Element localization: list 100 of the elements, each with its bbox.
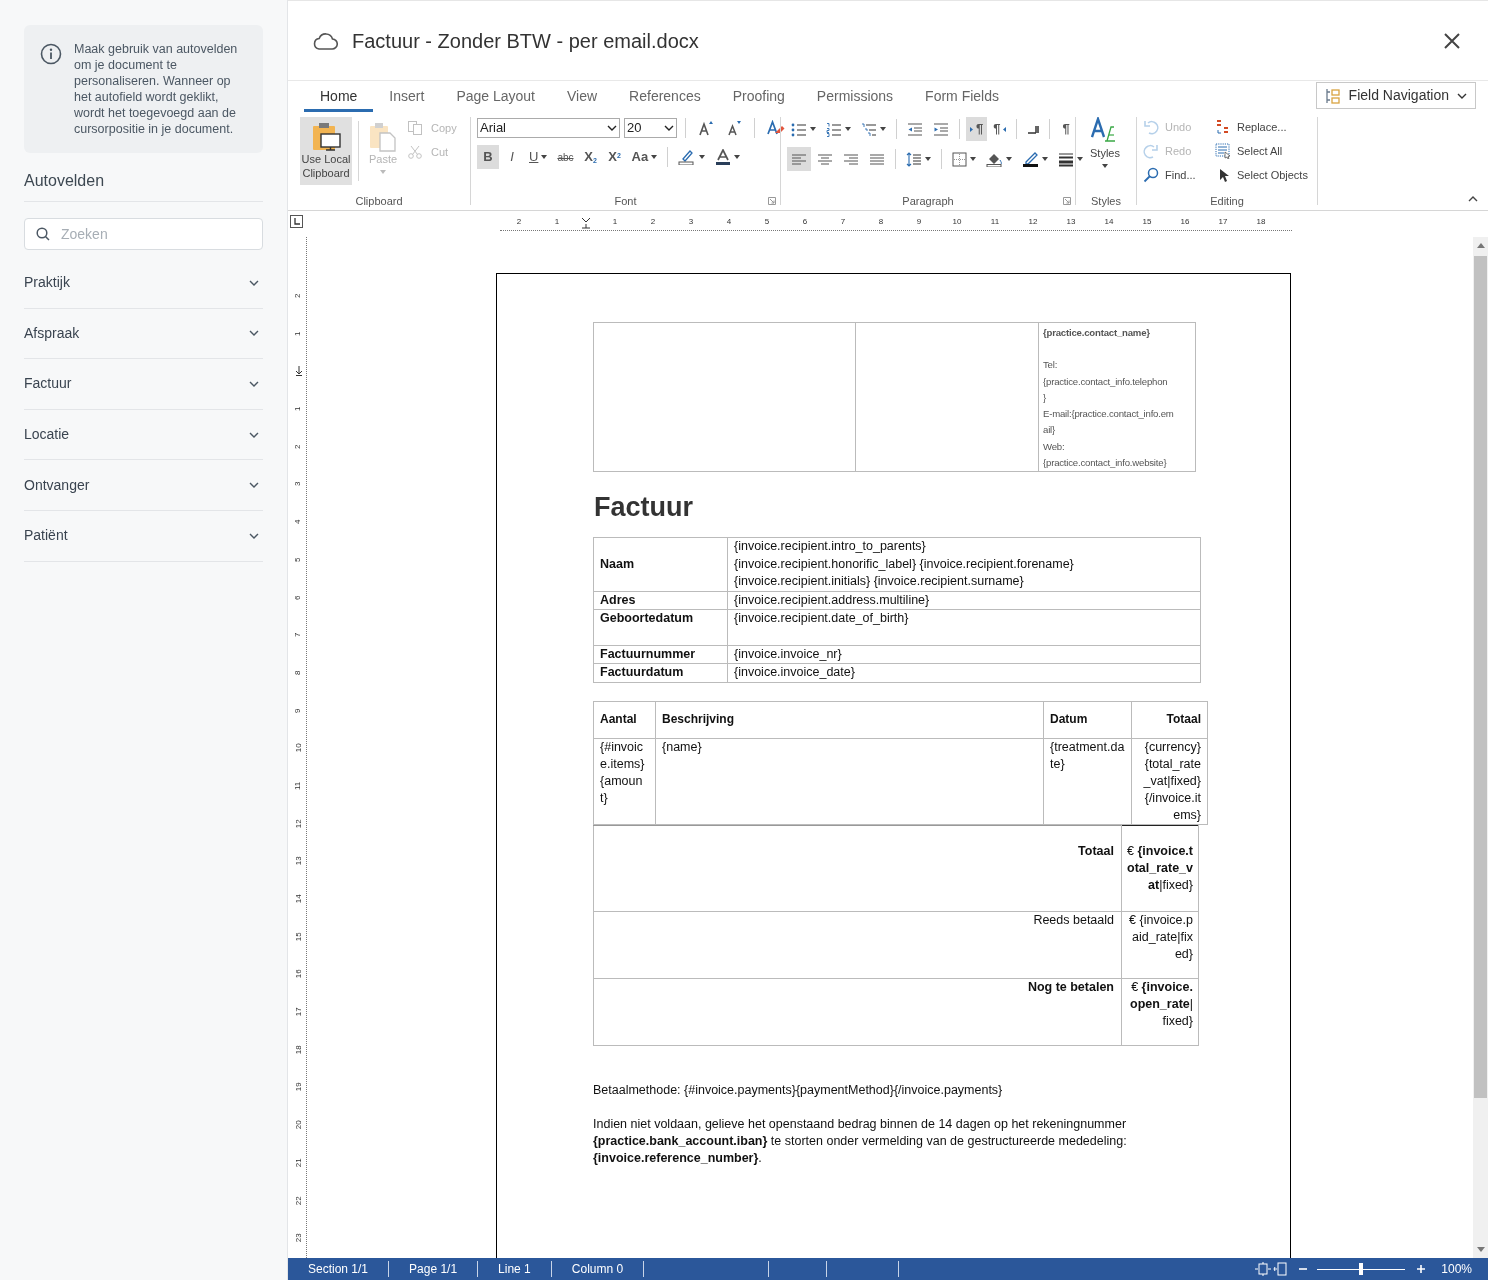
scissors-icon xyxy=(407,144,423,160)
format-button[interactable]: X$^{2}$ xyxy=(603,145,626,169)
ruler-number: 14 xyxy=(292,894,304,904)
ruler-number: 10 xyxy=(951,217,963,227)
select-all-button[interactable]: Select All xyxy=(1215,141,1311,161)
ruler-number: 12 xyxy=(1027,217,1039,227)
format-button[interactable]: Aa xyxy=(627,145,662,169)
category-item[interactable]: Locatie xyxy=(24,409,263,461)
category-item[interactable]: Praktijk xyxy=(24,258,263,309)
grow-font-icon xyxy=(698,120,714,136)
ribbon-tab[interactable]: Form Fields xyxy=(909,84,1015,112)
ruler-number: 4 xyxy=(725,217,733,227)
column-header: Beschrijving xyxy=(655,701,1044,739)
vertical-scrollbar[interactable] xyxy=(1473,237,1488,1258)
contact-line: {practice.contact_info.website} xyxy=(1043,456,1168,471)
chevron-icon xyxy=(249,532,259,539)
chevron-icon xyxy=(249,330,259,337)
right-to-left-button[interactable]: ¶ xyxy=(989,117,1011,141)
field-value: {invoice.recipient.intro_to_parents} xyxy=(734,538,927,556)
ribbon-tab[interactable]: Page Layout xyxy=(440,84,551,112)
slider-thumb[interactable] xyxy=(1359,1263,1364,1275)
ribbon-tab[interactable]: Insert xyxy=(373,84,441,112)
contact-line: {practice.contact_info.telephon xyxy=(1043,374,1169,389)
document-title: Factuur - Zonder BTW - per email.docx xyxy=(352,28,699,54)
field-value: {invoice.recipient.initials} {invoice.recipient.surname} xyxy=(734,573,1025,591)
ruler-number: 1 xyxy=(292,331,304,336)
caret-icon xyxy=(380,170,386,174)
zoom-slider[interactable] xyxy=(1317,1263,1406,1275)
field-value: {invoice.invoice_date} xyxy=(734,664,856,682)
ruler-number: 18 xyxy=(1255,217,1267,227)
font-size-select[interactable]: 20 xyxy=(624,118,677,138)
alignment-icon xyxy=(843,151,859,167)
caret-icon xyxy=(925,157,931,161)
field-value: {invoice.recipient.address.multiline} xyxy=(734,591,931,609)
ruler-number: 9 xyxy=(915,217,923,227)
ribbon-tab[interactable]: Home xyxy=(304,84,374,112)
styles-button[interactable]: Styles xyxy=(1082,117,1128,168)
ruler-number: 3 xyxy=(292,482,304,487)
status-item: Line 1 xyxy=(478,1261,552,1277)
ruler-number: 2 xyxy=(515,217,523,227)
caret-icon xyxy=(1006,157,1012,161)
ruler-number: 6 xyxy=(801,217,809,227)
column-break-icon xyxy=(1027,123,1040,135)
font-family-select[interactable]: Arial xyxy=(477,118,620,138)
ruler-number: 17 xyxy=(1217,217,1229,227)
field-navigation-button[interactable]: Field Navigation xyxy=(1315,82,1476,109)
field-value: {invoice.recipient.honorific_label} {invoice.recipient.forename} xyxy=(734,555,1075,573)
use-local-clipboard-button[interactable]: Use Local Clipboard xyxy=(300,117,352,185)
ruler-number: 9 xyxy=(292,708,304,713)
replace-icon xyxy=(1215,119,1231,135)
format-button[interactable]: U xyxy=(525,145,552,169)
group-label: Editing xyxy=(1210,193,1244,209)
group-label: Clipboard xyxy=(355,193,403,209)
category-item[interactable]: Ontvanger xyxy=(24,460,263,511)
show-marks-button[interactable]: ¶ xyxy=(1056,117,1076,141)
left-to-right-button[interactable]: ¶ xyxy=(966,117,988,141)
ribbon-tab[interactable]: References xyxy=(613,84,717,112)
ruler-number: 1 xyxy=(292,406,304,412)
ruler-number: 3 xyxy=(687,217,695,227)
scrollbar-thumb[interactable] xyxy=(1474,256,1487,1098)
paragraph-text: Indien niet voldaan, gelieve het openstaand bedrag binnen de 14 dagen op het rekeningnummer {practice.bank_account.iban} te storten onder vermelding van de gestructureerde mededeling: {invoice.reference_number}. xyxy=(593,1115,1128,1167)
ruler-number: 14 xyxy=(1103,217,1115,227)
caret-icon xyxy=(734,155,741,159)
ribbon-tab[interactable]: View xyxy=(551,84,614,112)
table-cell: {treatment.date} xyxy=(1043,738,1132,825)
group-label: Styles xyxy=(1091,193,1121,209)
ribbon-tab[interactable]: Permissions xyxy=(800,84,910,112)
redo-icon xyxy=(1143,143,1159,159)
collapse-ribbon-button[interactable] xyxy=(1468,196,1478,202)
status-item: Column 0 xyxy=(551,1261,645,1277)
total-value: € {invoice.open_rate|fixed} xyxy=(1121,978,1199,1046)
category-item[interactable]: Patiënt xyxy=(24,510,263,562)
status-item: Page 1/1 xyxy=(389,1261,479,1277)
category-item[interactable]: Factuur xyxy=(24,359,263,410)
format-button[interactable]: I xyxy=(501,145,523,169)
ribbon-tab[interactable]: Proofing xyxy=(716,84,801,112)
total-label: Nog te betalen xyxy=(593,978,1122,1046)
select-all-icon xyxy=(1215,143,1231,159)
section-heading: Autovelden xyxy=(24,171,106,191)
format-button[interactable]: B xyxy=(477,145,499,169)
group-label: Paragraph xyxy=(902,193,954,209)
format-button[interactable]: X$_{2}$ xyxy=(579,145,602,169)
status-item: Section 1/1 xyxy=(288,1261,390,1277)
field-value: {invoice.recipient.date_of_birth} xyxy=(734,610,910,628)
total-label: Totaal xyxy=(593,825,1122,912)
field-label: Adres xyxy=(593,591,728,610)
font-color-icon xyxy=(715,149,732,165)
find-button[interactable]: Find... xyxy=(1143,165,1213,185)
format-button[interactable]: abc xyxy=(553,145,578,169)
ruler-number: 7 xyxy=(292,632,304,638)
info-icon xyxy=(40,43,62,65)
chevron-icon xyxy=(607,125,617,131)
replace-button[interactable]: Replace... xyxy=(1215,117,1311,137)
select-objects-button[interactable]: Select Objects xyxy=(1215,165,1311,185)
search-field[interactable]: Zoeken xyxy=(24,218,263,250)
chevron-icon xyxy=(249,431,259,438)
category-item[interactable]: Afspraak xyxy=(24,308,263,360)
contact-line: Web: xyxy=(1043,439,1066,454)
numbered-list-icon xyxy=(826,121,842,137)
contact-line: Tel: xyxy=(1043,358,1059,373)
